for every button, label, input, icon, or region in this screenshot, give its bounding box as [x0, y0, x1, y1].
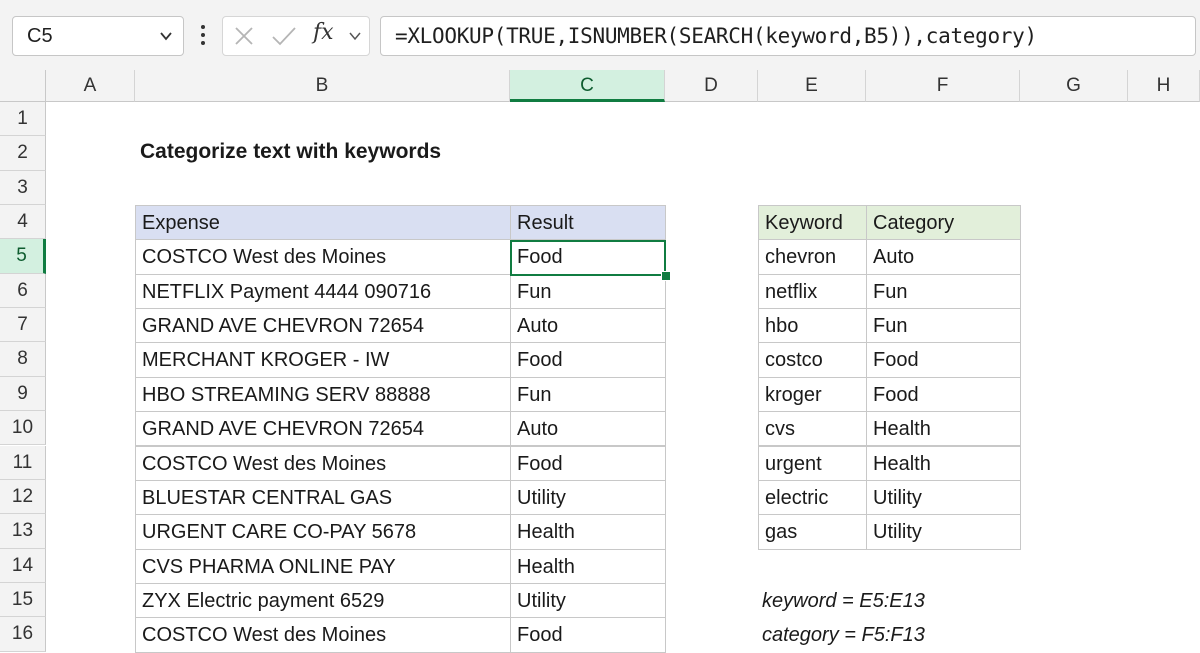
keyword-cell[interactable]: gas: [758, 514, 867, 550]
keyword-cell[interactable]: Utility: [866, 479, 1021, 516]
expense-cell[interactable]: Fun: [510, 273, 666, 310]
keyword-cell[interactable]: cvs: [758, 411, 867, 447]
expense-cell[interactable]: Food: [510, 239, 666, 275]
keyword-cell[interactable]: Health: [866, 445, 1021, 481]
expense-cell[interactable]: Utility: [510, 582, 666, 619]
expense-cell[interactable]: URGENT CARE CO-PAY 5678: [135, 514, 511, 550]
expense-cell[interactable]: HBO STREAMING SERV 88888: [135, 376, 511, 413]
keyword-cell[interactable]: Fun: [866, 273, 1021, 310]
keyword-cell[interactable]: Food: [866, 376, 1021, 413]
formula-actions: fx: [222, 16, 370, 56]
expense-cell[interactable]: Food: [510, 445, 666, 481]
insert-function-icon[interactable]: fx: [313, 20, 334, 45]
row-header-6[interactable]: 6: [0, 273, 46, 309]
column-header-e[interactable]: E: [758, 70, 866, 102]
keyword-header-first[interactable]: Keyword: [758, 205, 867, 241]
expense-cell[interactable]: Auto: [510, 411, 666, 447]
column-header-f[interactable]: F: [866, 70, 1020, 102]
keyword-cell[interactable]: chevron: [758, 239, 867, 275]
row-header-4[interactable]: 4: [0, 205, 46, 240]
chevron-down-icon[interactable]: [349, 30, 361, 42]
formula-bar: C5 fx =XLOOKUP(TRUE,ISNUMBER(SEARCH(keyw…: [0, 0, 1200, 70]
row-header-10[interactable]: 10: [0, 411, 46, 446]
row-header-12[interactable]: 12: [0, 479, 46, 515]
keyword-cell[interactable]: kroger: [758, 376, 867, 413]
row-header-1[interactable]: 1: [0, 102, 46, 137]
expense-cell[interactable]: BLUESTAR CENTRAL GAS: [135, 479, 511, 516]
keyword-cell[interactable]: Fun: [866, 308, 1021, 344]
expense-cell[interactable]: Utility: [510, 479, 666, 516]
named-range-category: category = F5:F13: [762, 624, 925, 646]
expense-cell[interactable]: COSTCO West des Moines: [135, 617, 511, 653]
row-header-2[interactable]: 2: [0, 136, 46, 171]
keyword-cell[interactable]: netflix: [758, 273, 867, 310]
expense-cell[interactable]: Food: [510, 617, 666, 653]
keyword-cell[interactable]: hbo: [758, 308, 867, 344]
row-header-7[interactable]: 7: [0, 308, 46, 343]
column-header-c[interactable]: C: [510, 70, 665, 102]
keyword-cell[interactable]: urgent: [758, 445, 867, 481]
name-box[interactable]: C5: [12, 16, 184, 56]
keyword-cell[interactable]: electric: [758, 479, 867, 516]
expense-header-second[interactable]: Result: [510, 205, 666, 241]
select-all-corner[interactable]: [0, 70, 46, 102]
keyword-header-second[interactable]: Category: [866, 205, 1021, 241]
expense-cell[interactable]: GRAND AVE CHEVRON 72654: [135, 308, 511, 344]
expense-cell[interactable]: COSTCO West des Moines: [135, 239, 511, 275]
expense-cell[interactable]: Health: [510, 514, 666, 550]
expense-cell[interactable]: GRAND AVE CHEVRON 72654: [135, 411, 511, 447]
row-header-16[interactable]: 16: [0, 617, 46, 652]
expense-header-first[interactable]: Expense: [135, 205, 511, 241]
named-range-keyword: keyword = E5:E13: [762, 590, 925, 612]
row-header-14[interactable]: 14: [0, 548, 46, 583]
column-header-b[interactable]: B: [135, 70, 510, 102]
chevron-down-icon[interactable]: [159, 29, 173, 43]
expense-cell[interactable]: ZYX Electric payment 6529: [135, 582, 511, 619]
keyword-cell[interactable]: Utility: [866, 514, 1021, 550]
expense-cell[interactable]: NETFLIX Payment 4444 090716: [135, 273, 511, 310]
expense-cell[interactable]: COSTCO West des Moines: [135, 445, 511, 481]
row-header-13[interactable]: 13: [0, 514, 46, 549]
keyword-cell[interactable]: Auto: [866, 239, 1021, 275]
enter-check-icon[interactable]: [271, 25, 297, 47]
expense-cell[interactable]: Food: [510, 342, 666, 378]
row-header-8[interactable]: 8: [0, 342, 46, 377]
cancel-icon[interactable]: [233, 25, 255, 47]
keyword-cell[interactable]: costco: [758, 342, 867, 378]
row-header-15[interactable]: 15: [0, 582, 46, 618]
row-header-3[interactable]: 3: [0, 170, 46, 206]
expense-cell[interactable]: Health: [510, 548, 666, 584]
more-options-icon[interactable]: [198, 22, 208, 48]
row-header-11[interactable]: 11: [0, 445, 46, 480]
expense-cell[interactable]: Auto: [510, 308, 666, 344]
row-header-9[interactable]: 9: [0, 376, 46, 412]
column-header-a[interactable]: A: [46, 70, 135, 102]
fill-handle[interactable]: [661, 271, 671, 281]
row-header-5[interactable]: 5: [0, 239, 46, 274]
expense-cell[interactable]: CVS PHARMA ONLINE PAY: [135, 548, 511, 584]
keyword-cell[interactable]: Health: [866, 411, 1021, 447]
keyword-cell[interactable]: Food: [866, 342, 1021, 378]
expense-cell[interactable]: MERCHANT KROGER - IW: [135, 342, 511, 378]
sheet-title: Categorize text with keywords: [140, 140, 442, 163]
column-header-g[interactable]: G: [1020, 70, 1128, 102]
column-header-h[interactable]: H: [1128, 70, 1200, 102]
formula-text: =XLOOKUP(TRUE,ISNUMBER(SEARCH(keyword,B5…: [395, 24, 1037, 48]
column-header-d[interactable]: D: [665, 70, 758, 102]
formula-input[interactable]: =XLOOKUP(TRUE,ISNUMBER(SEARCH(keyword,B5…: [380, 16, 1196, 56]
expense-cell[interactable]: Fun: [510, 376, 666, 413]
name-box-value: C5: [27, 25, 53, 47]
